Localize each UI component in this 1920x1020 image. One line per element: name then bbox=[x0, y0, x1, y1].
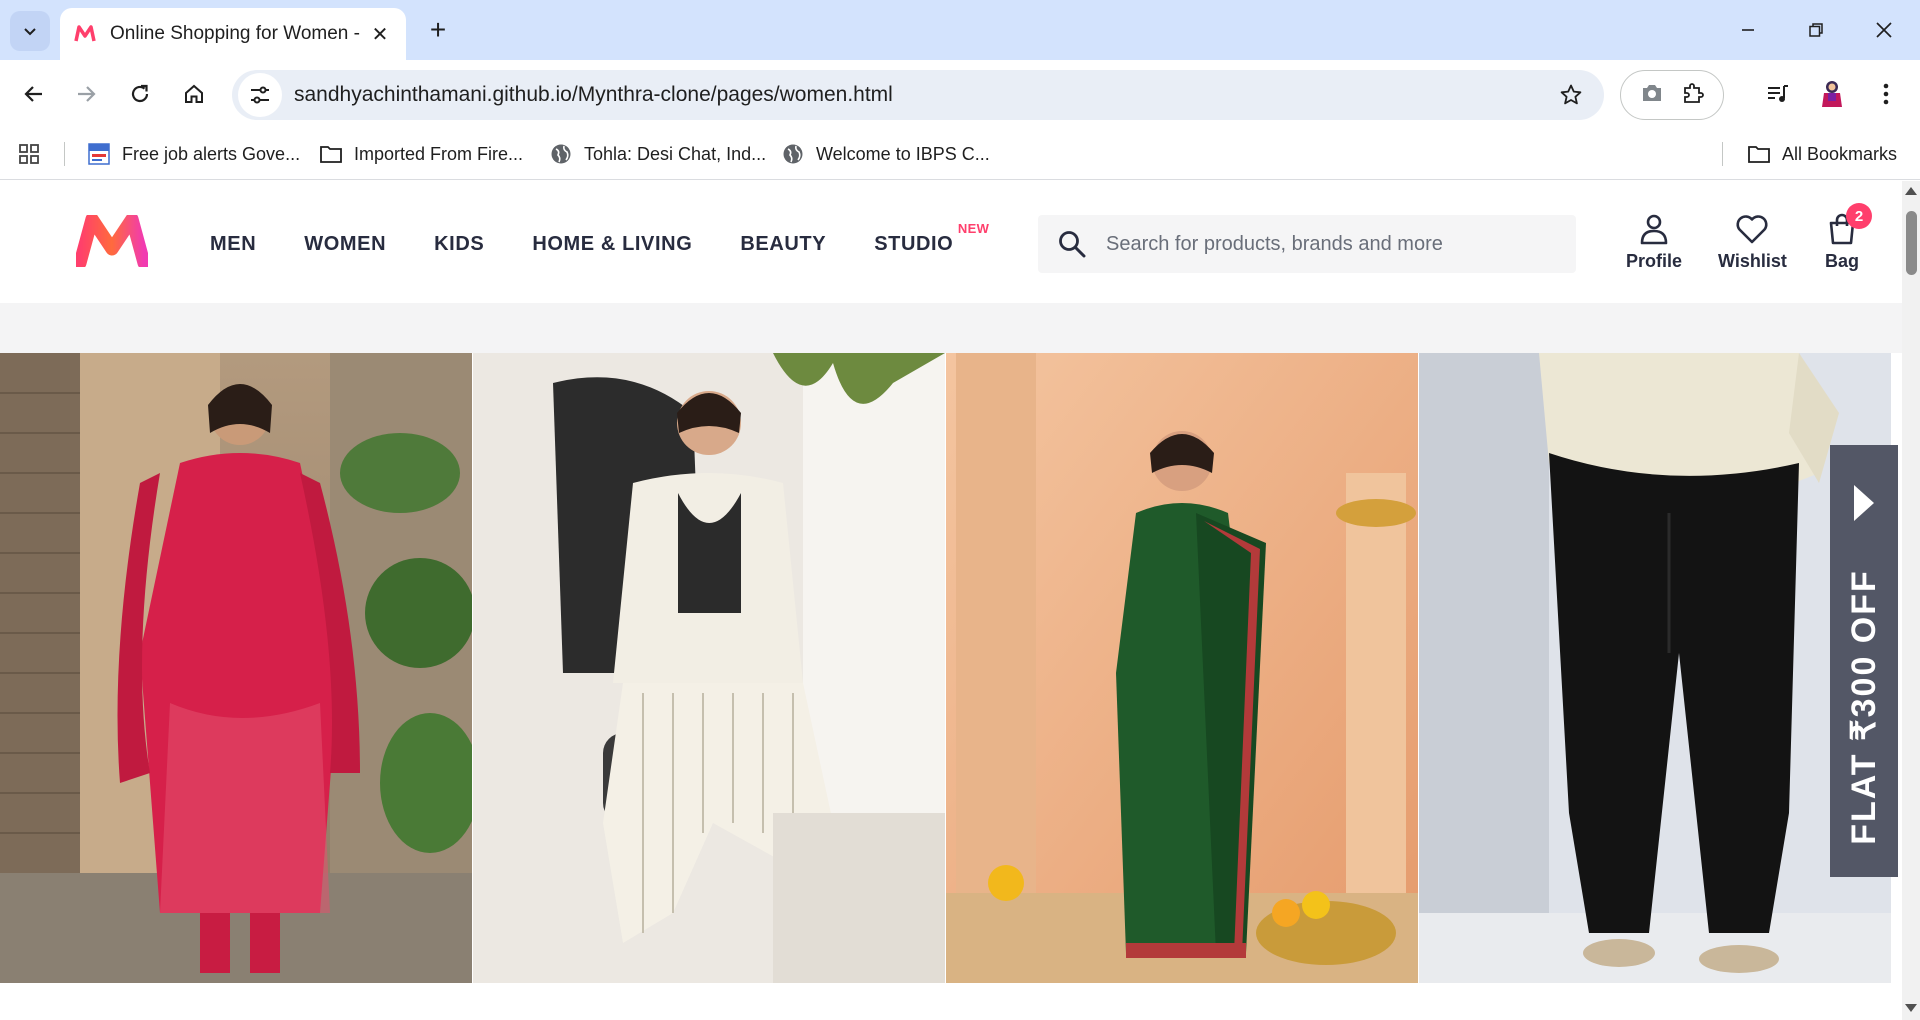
tab-title: Online Shopping for Women - S bbox=[110, 23, 360, 44]
new-tab-button[interactable]: + bbox=[422, 14, 454, 46]
chevron-down-icon bbox=[24, 28, 36, 36]
nav-beauty[interactable]: BEAUTY bbox=[740, 233, 826, 256]
back-button[interactable] bbox=[14, 74, 54, 114]
minimize-icon bbox=[1742, 29, 1754, 31]
reload-button[interactable] bbox=[120, 74, 160, 114]
nav-home-living[interactable]: HOME & LIVING bbox=[532, 233, 692, 256]
all-bookmarks-button[interactable]: All Bookmarks bbox=[1746, 140, 1897, 168]
nav-men[interactable]: MEN bbox=[210, 233, 256, 256]
extensions-group bbox=[1620, 70, 1724, 120]
all-bookmarks-label: All Bookmarks bbox=[1782, 143, 1898, 164]
offer-text: FLAT ₹300 OFF bbox=[1845, 569, 1883, 845]
bookmark-label: Imported From Fire... bbox=[354, 143, 524, 164]
flat-offer-tab[interactable]: FLAT ₹300 OFF bbox=[1830, 445, 1898, 877]
globe-icon bbox=[548, 142, 574, 166]
browser-tab-active[interactable]: Online Shopping for Women - S ✕ bbox=[60, 8, 406, 60]
hero-banner[interactable] bbox=[0, 353, 1902, 983]
nav-women[interactable]: WOMEN bbox=[304, 233, 386, 256]
main-nav: MEN WOMEN KIDS HOME & LIVING BEAUTY STUD… bbox=[196, 221, 989, 256]
nav-studio[interactable]: STUDIO NEW bbox=[874, 221, 989, 256]
restore-icon bbox=[1809, 23, 1823, 37]
site-info-icon[interactable] bbox=[238, 73, 282, 117]
close-icon bbox=[1876, 22, 1892, 38]
site-header: MEN WOMEN KIDS HOME & LIVING BEAUTY STUD… bbox=[0, 181, 1902, 303]
bag-icon: 2 bbox=[1824, 203, 1872, 247]
bookmark-label: Free job alerts Gove... bbox=[122, 143, 301, 164]
new-badge: NEW bbox=[957, 221, 990, 236]
browser-toolbar: sandhyachinthamani.github.io/Mynthra-clo… bbox=[0, 60, 1920, 128]
folder-icon bbox=[1746, 142, 1772, 166]
banner-image-white-coord[interactable] bbox=[473, 353, 945, 983]
tab-search-button[interactable] bbox=[10, 11, 50, 51]
close-window-button[interactable] bbox=[1862, 10, 1906, 50]
home-button[interactable] bbox=[174, 74, 214, 114]
banner-image-black-trousers[interactable] bbox=[1419, 353, 1891, 983]
bag-count-badge: 2 bbox=[1846, 203, 1872, 229]
nav-kids[interactable]: KIDS bbox=[434, 233, 484, 256]
header-spacer bbox=[0, 303, 1902, 353]
scroll-up-arrow-icon[interactable] bbox=[1905, 187, 1917, 195]
bookmark-star-icon[interactable] bbox=[1558, 82, 1584, 108]
reload-icon bbox=[131, 84, 149, 103]
profile-label: Profile bbox=[1626, 251, 1683, 271]
profile-button[interactable]: Profile bbox=[1626, 211, 1682, 272]
bookmarks-divider bbox=[64, 142, 65, 166]
bookmark-item[interactable]: Free job alerts Gove... bbox=[86, 140, 300, 168]
profile-avatar-button[interactable] bbox=[1812, 74, 1852, 114]
wishlist-button[interactable]: Wishlist bbox=[1718, 211, 1787, 272]
page-scrollbar[interactable] bbox=[1902, 181, 1920, 1020]
profile-icon bbox=[1636, 211, 1672, 247]
bookmark-folder[interactable]: Imported From Fire... bbox=[318, 140, 523, 168]
myntra-favicon bbox=[74, 23, 96, 45]
nav-studio-label: STUDIO bbox=[874, 233, 954, 255]
search-icon[interactable] bbox=[1038, 215, 1106, 273]
media-queue-icon bbox=[1768, 85, 1788, 102]
avatar bbox=[1822, 81, 1842, 107]
jobs-favicon bbox=[86, 142, 112, 166]
folder-icon bbox=[318, 142, 344, 166]
heart-icon bbox=[1734, 211, 1770, 247]
scroll-down-arrow-icon[interactable] bbox=[1905, 1004, 1917, 1012]
banner-image-green-saree[interactable] bbox=[946, 353, 1418, 983]
bookmark-label: Tohla: Desi Chat, Ind... bbox=[584, 143, 767, 164]
apps-grid-icon bbox=[19, 144, 39, 164]
apps-button[interactable] bbox=[18, 140, 40, 168]
play-arrow-icon bbox=[1854, 485, 1874, 521]
myntra-logo[interactable] bbox=[73, 212, 151, 270]
home-icon bbox=[185, 84, 203, 103]
globe-icon bbox=[780, 142, 806, 166]
page-viewport: MEN WOMEN KIDS HOME & LIVING BEAUTY STUD… bbox=[0, 181, 1920, 1020]
back-arrow-icon bbox=[24, 86, 42, 102]
bookmark-item[interactable]: Welcome to IBPS C... bbox=[780, 140, 990, 168]
wishlist-label: Wishlist bbox=[1718, 251, 1787, 271]
bookmark-label: Welcome to IBPS C... bbox=[816, 143, 990, 164]
bag-button[interactable]: 2 Bag bbox=[1824, 203, 1872, 272]
search-input[interactable] bbox=[1106, 215, 1576, 273]
bookmarks-bar: Free job alerts Gove... Imported From Fi… bbox=[0, 128, 1920, 180]
extensions-puzzle-icon[interactable] bbox=[1681, 81, 1705, 110]
browser-menu-button[interactable] bbox=[1866, 74, 1906, 114]
restore-button[interactable] bbox=[1794, 10, 1838, 50]
browser-tab-strip: Online Shopping for Women - S ✕ + bbox=[0, 0, 1920, 60]
forward-arrow-icon bbox=[78, 86, 96, 102]
bookmark-item[interactable]: Tohla: Desi Chat, Ind... bbox=[548, 140, 766, 168]
bag-label: Bag bbox=[1824, 251, 1859, 271]
screenshot-extension-icon[interactable] bbox=[1640, 82, 1664, 109]
scroll-thumb[interactable] bbox=[1906, 211, 1917, 275]
bookmarks-divider bbox=[1722, 142, 1723, 166]
banner-image-red-kurta[interactable] bbox=[0, 353, 472, 983]
address-bar[interactable]: sandhyachinthamani.github.io/Mynthra-clo… bbox=[232, 70, 1604, 120]
url-text: sandhyachinthamani.github.io/Mynthra-clo… bbox=[294, 83, 893, 106]
minimize-button[interactable] bbox=[1726, 10, 1770, 50]
close-tab-icon[interactable]: ✕ bbox=[368, 22, 392, 46]
media-controls-button[interactable] bbox=[1758, 74, 1798, 114]
forward-button[interactable] bbox=[66, 74, 106, 114]
more-vert-icon bbox=[1883, 83, 1889, 105]
search-bar bbox=[1038, 215, 1576, 273]
